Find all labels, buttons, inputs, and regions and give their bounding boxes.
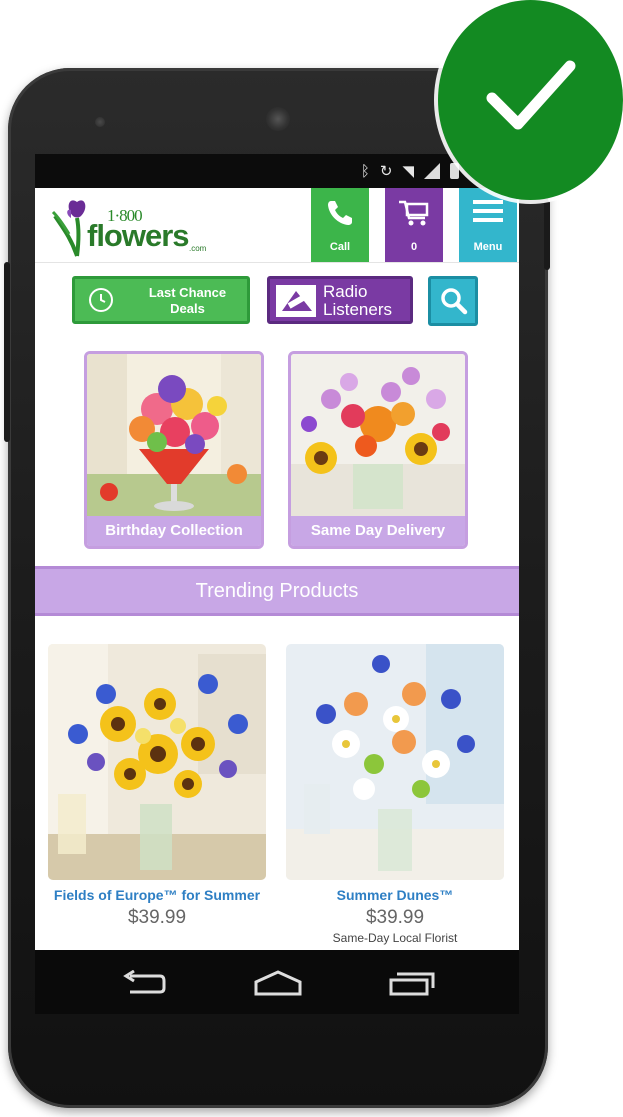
deals-label-line1: Last Chance bbox=[148, 285, 227, 300]
product-name[interactable]: Fields of Europe™ for Summer bbox=[48, 888, 266, 903]
category-tile-birthday[interactable]: Birthday Collection bbox=[84, 351, 264, 549]
navigation-bar bbox=[35, 950, 519, 1014]
cart-icon bbox=[399, 200, 429, 226]
birthday-bouquet-image bbox=[87, 354, 261, 516]
product-card[interactable]: Summer Dunes™ $39.99 Same-Day Local Flor… bbox=[286, 644, 504, 945]
product-note: Same-Day Local Florist bbox=[332, 931, 458, 945]
home-icon[interactable] bbox=[253, 970, 303, 996]
volume-button bbox=[544, 200, 550, 270]
radio-icon bbox=[276, 285, 316, 317]
call-label: Call bbox=[329, 241, 351, 253]
category-tile-same-day[interactable]: Same Day Delivery bbox=[288, 351, 468, 549]
last-chance-deals-button[interactable]: Last Chance Deals bbox=[72, 276, 250, 324]
front-camera bbox=[266, 107, 290, 131]
radio-label-line1: Radio bbox=[323, 282, 368, 301]
phone-icon bbox=[328, 201, 352, 225]
signal-icon bbox=[424, 163, 440, 179]
site-header: 1·800 flowers .com Call 0 Menu bbox=[35, 188, 519, 263]
status-bar: ᛒ ↻ ◥ bbox=[35, 154, 519, 188]
product-price: $39.99 bbox=[127, 907, 187, 928]
search-icon bbox=[441, 288, 468, 315]
hamburger-icon bbox=[473, 200, 503, 222]
clock-icon bbox=[89, 288, 113, 312]
menu-button[interactable]: Menu bbox=[459, 188, 517, 262]
logo-suffix: .com bbox=[189, 244, 207, 253]
cart-button[interactable]: 0 bbox=[385, 188, 443, 262]
power-button bbox=[4, 262, 10, 442]
category-label: Birthday Collection bbox=[87, 516, 261, 546]
radio-listeners-button[interactable]: Radio Listeners bbox=[267, 276, 413, 324]
same-day-bouquet-image bbox=[291, 354, 465, 516]
bluetooth-icon: ᛒ bbox=[360, 162, 370, 180]
checkmark-icon bbox=[486, 60, 576, 130]
deals-label-line2: Deals bbox=[170, 301, 205, 316]
recent-apps-icon[interactable] bbox=[387, 970, 437, 996]
phone-screen: ᛒ ↻ ◥ 1·800 flowers .com Call 0 Menu Las… bbox=[35, 154, 519, 950]
front-sensor bbox=[95, 117, 105, 127]
call-button[interactable]: Call bbox=[311, 188, 369, 262]
category-label: Same Day Delivery bbox=[291, 516, 465, 546]
radio-label-line2: Listeners bbox=[323, 300, 392, 319]
rotate-icon: ↻ bbox=[379, 163, 393, 180]
product-image bbox=[48, 644, 266, 880]
battery-icon bbox=[450, 163, 459, 179]
wifi-icon: ◥ bbox=[402, 163, 414, 180]
trending-products-heading: Trending Products bbox=[35, 566, 519, 616]
menu-label: Menu bbox=[473, 241, 503, 253]
brand-logo[interactable]: 1·800 flowers .com bbox=[49, 194, 209, 258]
back-icon[interactable] bbox=[120, 970, 166, 996]
cart-count: 0 bbox=[410, 241, 418, 253]
approved-badge bbox=[438, 0, 623, 200]
product-card[interactable]: Fields of Europe™ for Summer $39.99 bbox=[48, 644, 266, 929]
product-name[interactable]: Summer Dunes™ bbox=[286, 888, 504, 903]
product-image bbox=[286, 644, 504, 880]
search-button[interactable] bbox=[428, 276, 478, 326]
logo-wordmark: flowers bbox=[87, 218, 190, 253]
product-price: $39.99 bbox=[365, 907, 425, 928]
